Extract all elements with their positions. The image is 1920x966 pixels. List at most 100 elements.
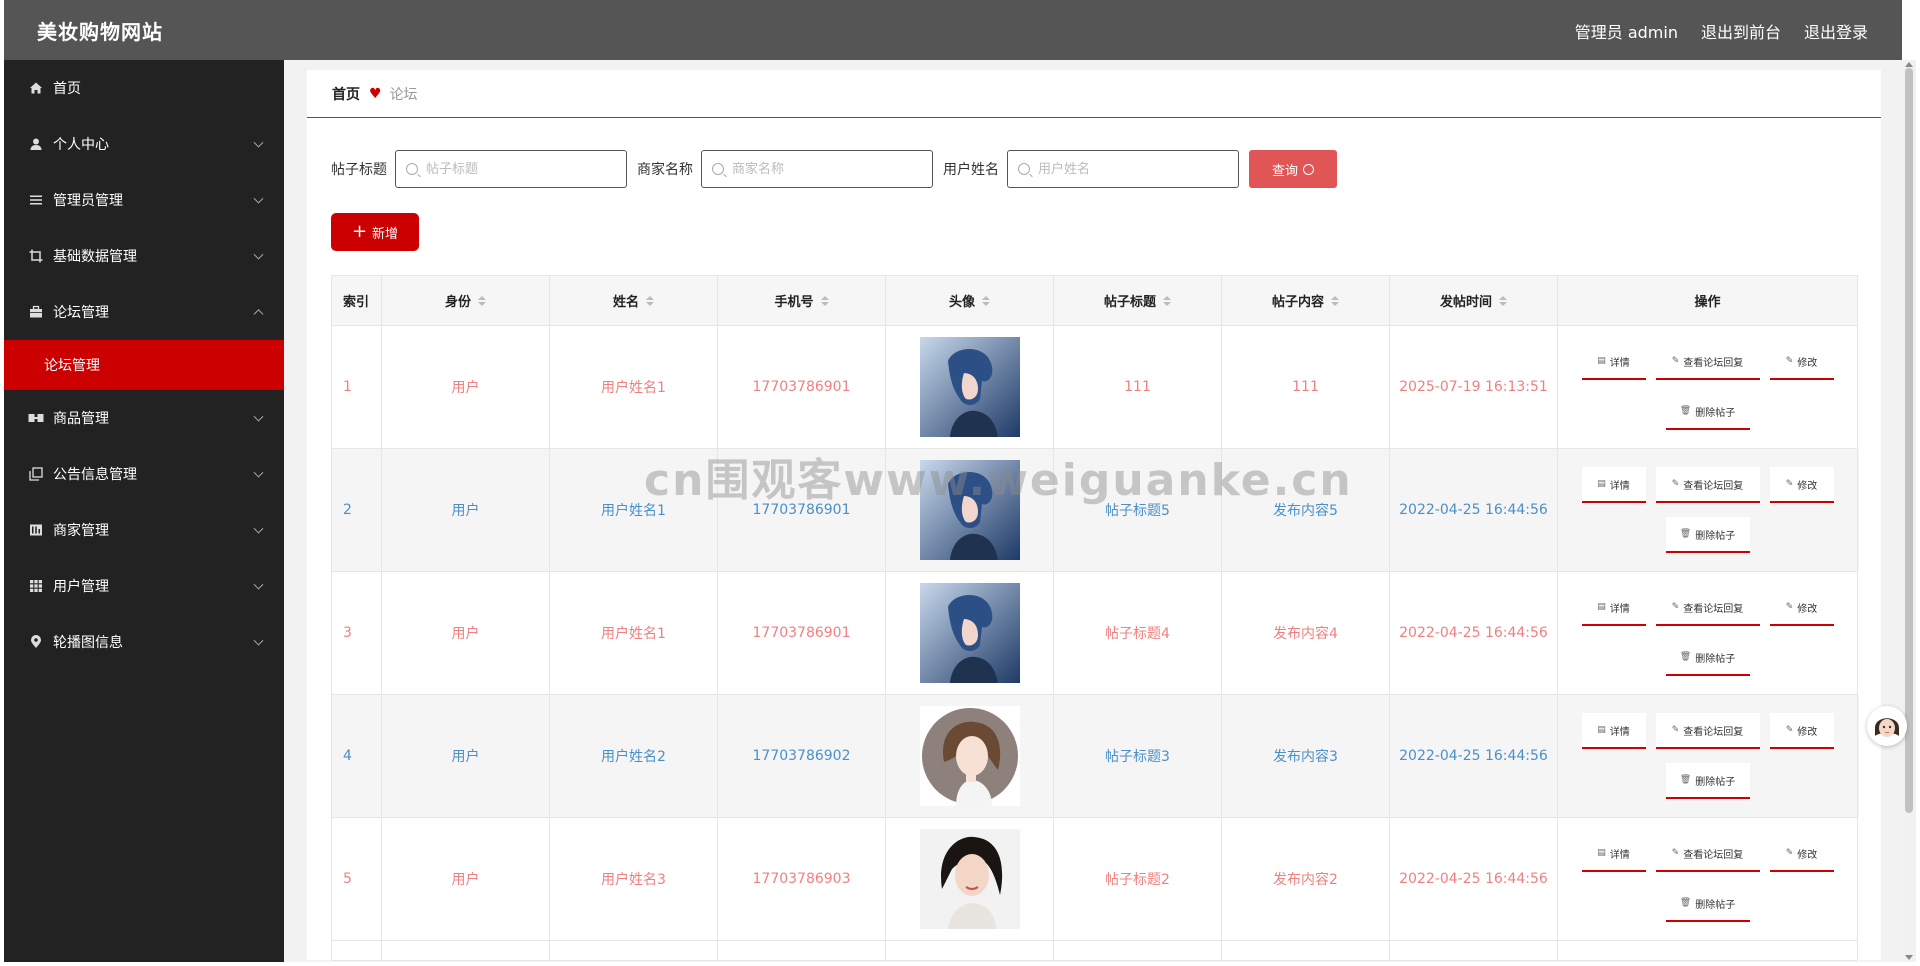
detail-button-label: 详情 [1609,357,1630,369]
edit-icon: ✎ [1671,725,1680,735]
site-brand: 美妆购物网站 [37,20,163,44]
sidebar-item-home[interactable]: 首页 [4,60,284,116]
detail-button[interactable]: ▤ 详情 [1581,590,1646,626]
cell-post-time: 2022-04-25 16:44:56 [1390,572,1558,695]
column-header-post-time[interactable]: 发帖时间 [1390,276,1558,326]
post-title-input[interactable] [424,160,608,178]
sidebar-item-personal-center[interactable]: 个人中心 [4,116,284,172]
add-button[interactable]: + 新增 [331,213,419,251]
column-header-post-title[interactable]: 帖子标题 [1054,276,1222,326]
document-icon: ▤ [1597,479,1606,489]
delete-post-button[interactable]: 🗑 删除帖子 [1665,517,1750,553]
cell-avatar [886,326,1054,449]
column-header-post-content[interactable]: 帖子内容 [1222,276,1390,326]
document-icon: ▤ [1597,725,1606,735]
header-label: 操作 [1694,295,1721,310]
column-header-name[interactable]: 姓名 [550,276,718,326]
delete-post-button[interactable]: 🗑 删除帖子 [1665,640,1750,676]
edit-button[interactable]: ✎ 修改 [1769,467,1834,503]
cell-role: 用户 [382,449,550,572]
edit-button-label: 修改 [1797,603,1818,615]
header-label: 姓名 [612,295,639,310]
cell-post-time: 2022-04-25 16:44:56 [1390,695,1558,818]
search-icon [1303,163,1314,175]
delete-post-button[interactable]: 🗑 删除帖子 [1665,763,1750,799]
trash-icon: 🗑 [1679,406,1692,416]
delete-post-button[interactable]: 🗑 删除帖子 [1665,886,1750,922]
column-header-role[interactable]: 身份 [382,276,550,326]
view-replies-button[interactable]: ✎ 查看论坛回复 [1655,590,1760,626]
edit-button[interactable]: ✎ 修改 [1769,590,1834,626]
detail-button-label: 详情 [1609,726,1630,738]
cell-phone: 17703786902 [718,695,886,818]
document-icon: ▤ [1597,602,1606,612]
user-name-input[interactable] [1036,160,1220,178]
column-header-actions: 操作 [1558,276,1858,326]
avatar-image[interactable] [919,460,1020,560]
scrollbar-thumb[interactable] [1905,68,1913,813]
edit-button[interactable]: ✎ 修改 [1769,344,1834,380]
avatar-image[interactable] [919,829,1020,929]
sidebar-item-basic-data[interactable]: 基础数据管理 [4,228,284,284]
sidebar-item-admin-manage[interactable]: 管理员管理 [4,172,284,228]
sidebar-item-merchant-manage[interactable]: 商家管理 [4,502,284,558]
merchant-name-field[interactable] [701,150,933,188]
delete-post-button[interactable]: 🗑 删除帖子 [1665,394,1750,430]
edit-icon: ✎ [1671,602,1680,612]
floating-assistant-avatar[interactable] [1867,706,1907,746]
edit-icon: ✎ [1785,725,1794,735]
cell-index: 5 [332,818,382,941]
admin-user-label[interactable]: 管理员 admin [1575,19,1678,43]
vertical-scrollbar[interactable] [1902,60,1916,962]
detail-button[interactable]: ▤ 详情 [1581,713,1646,749]
edit-button-label: 修改 [1797,849,1818,861]
avatar-image[interactable] [919,337,1020,437]
cell-empty [886,941,1054,961]
sidebar-item-goods-manage[interactable]: 商品管理 [4,390,284,446]
edit-button[interactable]: ✎ 修改 [1769,713,1834,749]
breadcrumb-current: 论坛 [389,86,418,103]
sidebar-item-forum-manage[interactable]: 论坛管理 [4,284,284,340]
breadcrumb-home[interactable]: 首页 [332,84,360,104]
chevron-down-icon [253,193,264,204]
view-replies-button[interactable]: ✎ 查看论坛回复 [1655,836,1760,872]
view-replies-button[interactable]: ✎ 查看论坛回复 [1655,467,1760,503]
sidebar-item-user-manage[interactable]: 用户管理 [4,558,284,614]
cell-post-title: 111 [1054,326,1222,449]
sort-icon[interactable] [1499,295,1507,306]
post-title-field[interactable] [395,150,627,188]
sidebar-item-label: 论坛管理 [53,305,109,321]
submenu-item-label: 论坛管理 [44,358,100,374]
cell-empty [1558,941,1858,961]
column-header-avatar[interactable]: 头像 [886,276,1054,326]
scroll-up-arrow-icon[interactable] [1905,62,1913,67]
exit-to-front-link[interactable]: 退出到前台 [1701,19,1781,43]
submenu-item-forum-manage[interactable]: 论坛管理 [4,340,284,390]
logout-link[interactable]: 退出登录 [1804,19,1868,43]
detail-button[interactable]: ▤ 详情 [1581,344,1646,380]
view-replies-button[interactable]: ✎ 查看论坛回复 [1655,344,1760,380]
view-replies-button[interactable]: ✎ 查看论坛回复 [1655,713,1760,749]
avatar-image[interactable] [919,706,1020,806]
edit-button[interactable]: ✎ 修改 [1769,836,1834,872]
sort-icon[interactable] [820,295,829,306]
user-name-field[interactable] [1007,150,1239,188]
sort-icon[interactable] [646,295,654,306]
query-button[interactable]: 查询 [1249,150,1337,188]
sort-icon[interactable] [1331,295,1339,306]
avatar-image[interactable] [919,583,1020,683]
sort-icon[interactable] [478,295,486,306]
detail-button[interactable]: ▤ 详情 [1581,836,1646,872]
sidebar-item-carousel-info[interactable]: 轮播图信息 [4,614,284,670]
merchant-name-input[interactable] [730,160,914,178]
sidebar-item-label: 用户管理 [53,579,109,595]
sort-icon[interactable] [982,295,990,306]
cell-phone: 17703786901 [718,449,886,572]
cell-post-title: 帖子标题2 [1054,818,1222,941]
detail-button[interactable]: ▤ 详情 [1581,467,1646,503]
scroll-down-arrow-icon[interactable] [1905,955,1913,960]
sidebar-item-notice-manage[interactable]: 公告信息管理 [4,446,284,502]
edit-icon: ✎ [1671,848,1680,858]
column-header-phone[interactable]: 手机号 [718,276,886,326]
sort-icon[interactable] [1163,295,1171,306]
